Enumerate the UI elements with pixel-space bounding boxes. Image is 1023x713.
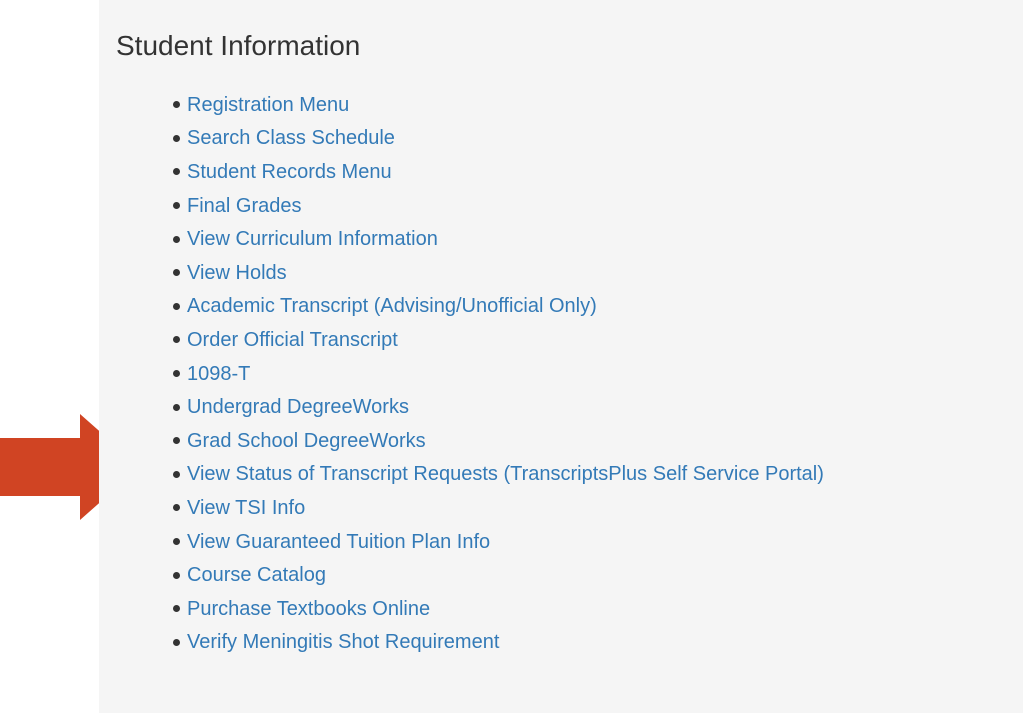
purchase-textbooks-online-link[interactable]: Purchase Textbooks Online <box>187 597 430 621</box>
view-tsi-info-link[interactable]: View TSI Info <box>187 496 305 520</box>
panel-title: Student Information <box>116 30 361 61</box>
link-item-view-holds: View Holds <box>99 256 824 290</box>
link-item-course-catalog: Course Catalog <box>99 558 824 592</box>
link-item-verify-meningitis-shot-requirement: Verify Meningitis Shot Requirement <box>99 626 824 660</box>
academic-transcript-link[interactable]: Academic Transcript (Advising/Unofficial… <box>187 294 597 318</box>
student-information-panel: Student Information Registration Menu Se… <box>99 0 1023 713</box>
link-item-view-tsi-info: View TSI Info <box>99 491 824 525</box>
student-records-menu-link[interactable]: Student Records Menu <box>187 160 392 184</box>
link-item-search-class-schedule: Search Class Schedule <box>99 122 824 156</box>
search-class-schedule-link[interactable]: Search Class Schedule <box>187 126 395 150</box>
1098-t-link[interactable]: 1098-T <box>187 362 250 386</box>
grad-school-degreeworks-link[interactable]: Grad School DegreeWorks <box>187 429 426 453</box>
link-item-academic-transcript: Academic Transcript (Advising/Unofficial… <box>99 290 824 324</box>
view-holds-link[interactable]: View Holds <box>187 261 287 285</box>
link-item-order-official-transcript: Order Official Transcript <box>99 323 824 357</box>
link-item-purchase-textbooks-online: Purchase Textbooks Online <box>99 592 824 626</box>
link-item-view-status-of-transcript-requests: View Status of Transcript Requests (Tran… <box>99 458 824 492</box>
view-guaranteed-tuition-plan-info-link[interactable]: View Guaranteed Tuition Plan Info <box>187 530 490 554</box>
link-item-registration-menu: Registration Menu <box>99 88 824 122</box>
undergrad-degreeworks-link[interactable]: Undergrad DegreeWorks <box>187 395 409 419</box>
order-official-transcript-link[interactable]: Order Official Transcript <box>187 328 398 352</box>
verify-meningitis-shot-requirement-link[interactable]: Verify Meningitis Shot Requirement <box>187 630 499 654</box>
student-information-link-list: Registration Menu Search Class Schedule … <box>99 88 824 659</box>
link-item-undergrad-degreeworks: Undergrad DegreeWorks <box>99 390 824 424</box>
link-item-view-curriculum-information: View Curriculum Information <box>99 222 824 256</box>
course-catalog-link[interactable]: Course Catalog <box>187 563 326 587</box>
registration-menu-link[interactable]: Registration Menu <box>187 93 349 117</box>
link-item-final-grades: Final Grades <box>99 189 824 223</box>
view-curriculum-information-link[interactable]: View Curriculum Information <box>187 227 438 251</box>
link-item-1098-t: 1098-T <box>99 357 824 391</box>
link-item-student-records-menu: Student Records Menu <box>99 155 824 189</box>
link-item-grad-school-degreeworks: Grad School DegreeWorks <box>99 424 824 458</box>
link-item-view-guaranteed-tuition-plan-info: View Guaranteed Tuition Plan Info <box>99 525 824 559</box>
view-status-of-transcript-requests-link[interactable]: View Status of Transcript Requests (Tran… <box>187 462 824 486</box>
final-grades-link[interactable]: Final Grades <box>187 194 302 218</box>
